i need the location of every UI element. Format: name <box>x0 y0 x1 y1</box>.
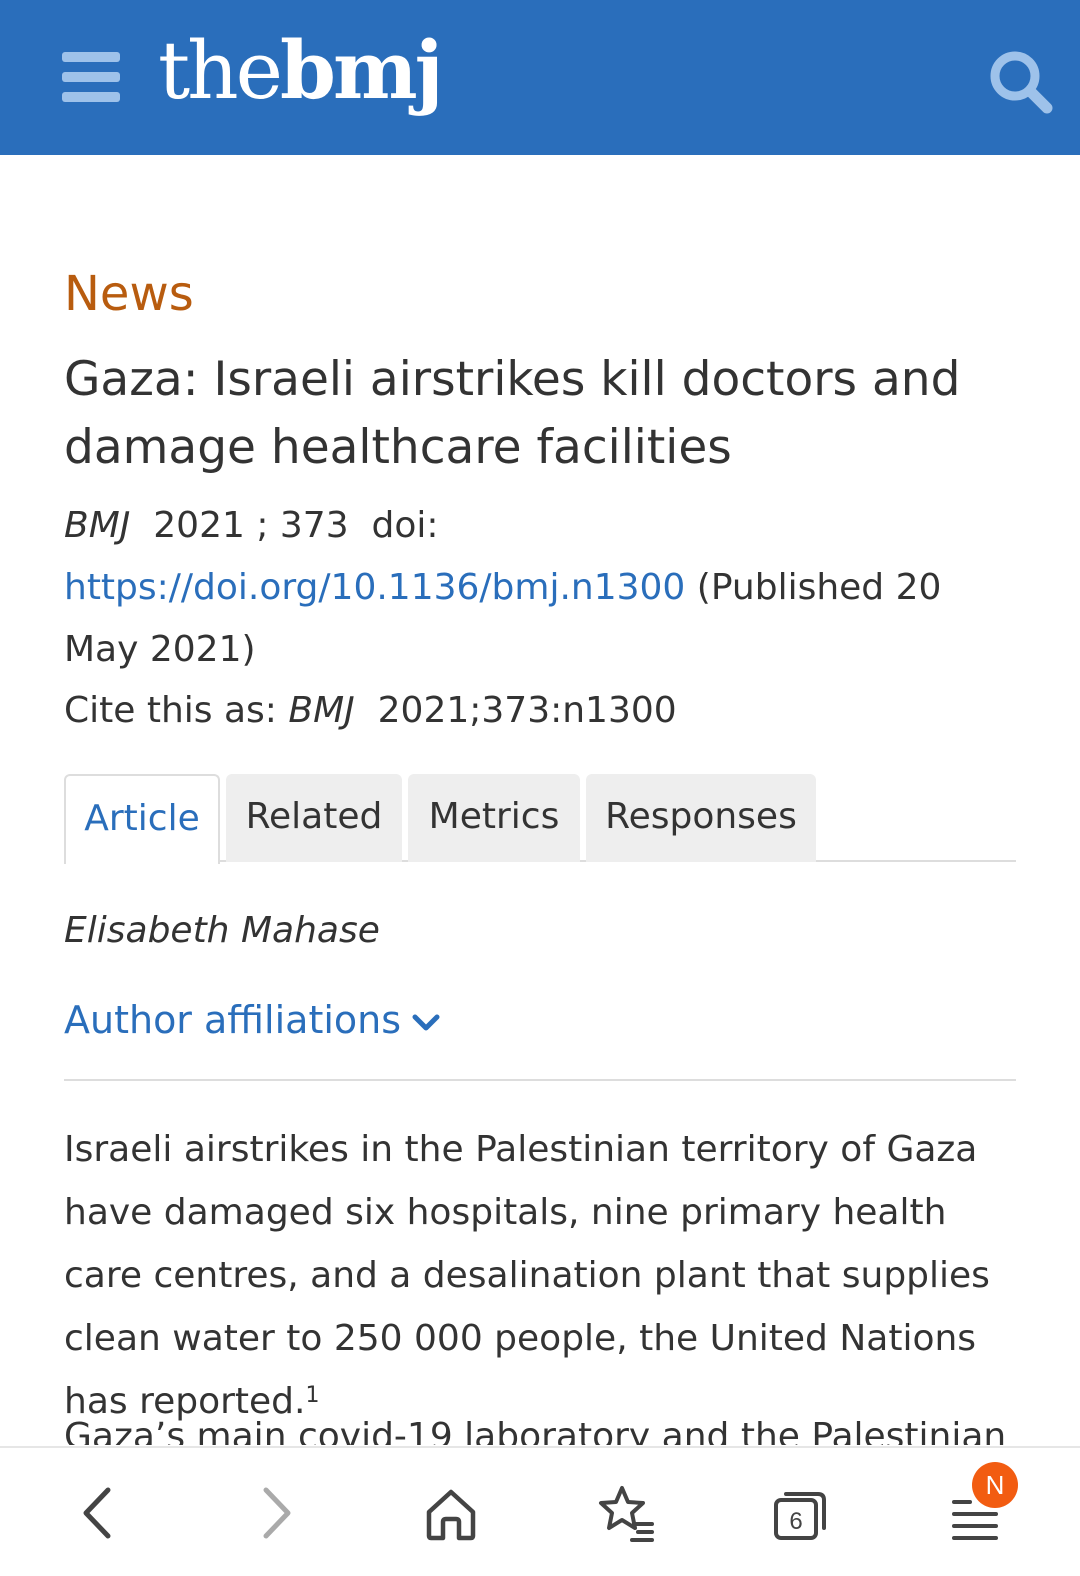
chevron-down-icon <box>412 1014 440 1030</box>
journal-name: BMJ <box>64 505 131 546</box>
bmj-logo[interactable]: thebmj <box>158 20 444 120</box>
author-affiliations-toggle[interactable]: Author affiliations <box>64 990 441 1050</box>
affiliations-label: Author affiliations <box>64 998 402 1042</box>
doi-label: doi: <box>371 505 439 546</box>
article-title: Gaza: Israeli airstrikes kill doctors an… <box>64 352 961 475</box>
logo-prefix: the <box>158 24 283 117</box>
section-label: News <box>64 266 194 322</box>
cite-label: Cite this as: <box>64 690 277 731</box>
browser-bottom-bar: 6 <box>0 1446 1080 1576</box>
hamburger-line <box>62 92 120 102</box>
doi-link[interactable]: https://doi.org/10.1136/bmj.n1300 <box>64 567 685 608</box>
article-tabs: Article Related Metrics Responses <box>64 774 1016 864</box>
tab-article[interactable]: Article <box>64 774 220 864</box>
paragraph-text: Israeli airstrikes in the Palestinian te… <box>64 1129 990 1422</box>
citation-meta: BMJ 2021 ; 373 doi: https://doi.org/10.1… <box>64 495 1024 681</box>
year-volume: 2021 ; 373 <box>153 505 349 546</box>
notification-badge: N <box>972 1462 1018 1508</box>
hamburger-line <box>62 72 120 82</box>
bookmarks-icon[interactable] <box>592 1478 662 1548</box>
tab-related[interactable]: Related <box>226 774 402 862</box>
forward-arrow-icon[interactable] <box>242 1478 312 1548</box>
body-paragraph: Israeli airstrikes in the Palestinian te… <box>64 1118 1024 1433</box>
home-icon[interactable] <box>416 1478 486 1548</box>
hamburger-line <box>62 52 120 62</box>
cite-journal: BMJ <box>288 690 355 731</box>
cite-reference: 2021;373:n1300 <box>377 690 677 731</box>
tab-responses[interactable]: Responses <box>586 774 816 862</box>
cite-as: Cite this as: BMJ 2021;373:n1300 <box>64 680 677 742</box>
author-name[interactable]: Elisabeth Mahase <box>64 903 380 959</box>
back-arrow-icon[interactable] <box>62 1478 132 1548</box>
logo-suffix: bmj <box>280 23 444 117</box>
divider <box>64 1079 1016 1081</box>
search-icon[interactable] <box>985 46 1057 118</box>
tab-metrics[interactable]: Metrics <box>408 774 580 862</box>
body-paragraph: Gaza’s main covid-19 laboratory and the … <box>64 1416 1007 1445</box>
site-header: thebmj <box>0 0 1080 155</box>
tabs-count: 6 <box>789 1508 802 1535</box>
tabs-icon[interactable]: 6 <box>766 1478 836 1548</box>
hamburger-menu-icon[interactable] <box>62 52 120 102</box>
